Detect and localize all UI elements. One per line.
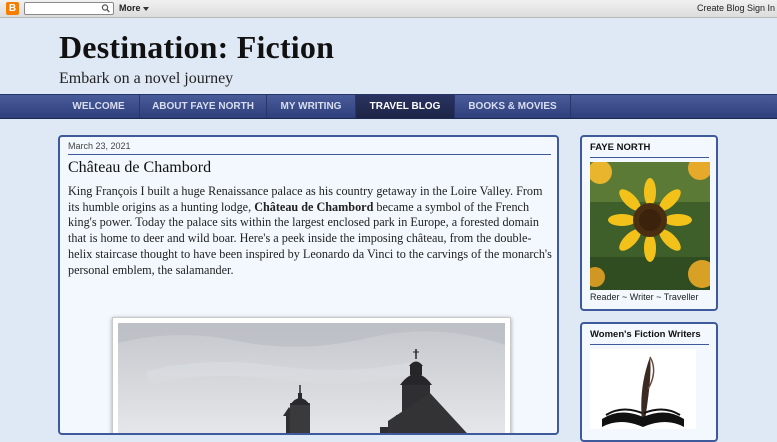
divider: [68, 154, 551, 155]
tab-travel-blog[interactable]: TRAVEL BLOG: [356, 95, 455, 118]
post-photo-frame[interactable]: [112, 317, 511, 435]
more-label: More: [119, 3, 141, 13]
chateau-photo[interactable]: [118, 323, 505, 435]
blogger-logo-icon[interactable]: B: [6, 2, 19, 15]
create-blog-link[interactable]: Create Blog: [697, 3, 745, 13]
womens-fiction-writers-widget: Women's Fiction Writers: [580, 322, 718, 442]
post-title[interactable]: Château de Chambord: [68, 159, 211, 177]
profile-caption: Reader ~ Writer ~ Traveller: [590, 292, 699, 302]
blog-title[interactable]: Destination: Fiction: [59, 29, 334, 66]
blog-post: March 23, 2021 Château de Chambord King …: [58, 135, 559, 435]
tab-welcome[interactable]: WELCOME: [58, 95, 140, 118]
chevron-down-icon: [142, 6, 149, 11]
tab-books-movies[interactable]: BOOKS & MOVIES: [455, 95, 571, 118]
tab-about-faye-north[interactable]: ABOUT FAYE NORTH: [140, 95, 267, 118]
page-tabs: WELCOME ABOUT FAYE NORTH MY WRITING TRAV…: [0, 94, 777, 119]
more-menu-button[interactable]: More: [119, 3, 149, 13]
blog-description: Embark on a novel journey: [59, 70, 234, 87]
profile-widget-title: FAYE NORTH: [590, 142, 651, 153]
divider: [590, 344, 709, 345]
wfw-widget-title: Women's Fiction Writers: [590, 329, 701, 340]
profile-widget: FAYE NORTH Reader ~ Writer ~ Traveller: [580, 135, 718, 311]
search-input[interactable]: [24, 2, 114, 15]
post-body: King François I built a huge Renaissance…: [68, 184, 552, 278]
post-body-bold: Château de Chambord: [254, 199, 374, 214]
post-date: March 23, 2021: [68, 141, 131, 151]
tab-my-writing[interactable]: MY WRITING: [267, 95, 356, 118]
sunflower-profile-image[interactable]: [590, 162, 710, 290]
quill-book-logo[interactable]: [590, 349, 696, 429]
divider: [590, 157, 709, 158]
search-icon[interactable]: [101, 3, 110, 14]
blogger-navbar: B More Create Blog Sign In: [0, 0, 777, 18]
sign-in-link[interactable]: Sign In: [747, 3, 775, 13]
